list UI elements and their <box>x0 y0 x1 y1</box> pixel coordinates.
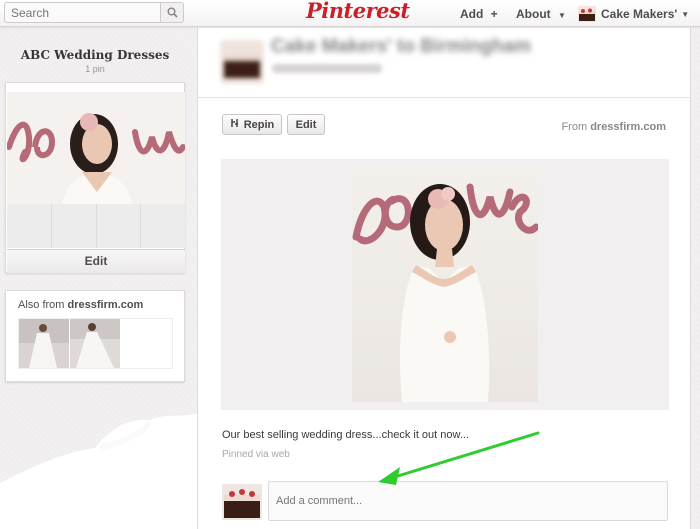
pin-header-blurred: Cake Makers' to Birmingham <box>198 28 692 98</box>
blurred-pin-title: Cake Makers' to Birmingham <box>271 36 532 57</box>
blurred-subtitle <box>272 64 382 73</box>
search-icon <box>167 7 178 18</box>
top-bar: Pinterest Add + About ▼ Cake Makers' ▼ <box>0 0 700 27</box>
board-pin-count: 1 pin <box>85 64 105 74</box>
commenter-avatar <box>222 484 262 520</box>
board-cover-image[interactable] <box>7 92 185 204</box>
empty-thumb <box>7 204 52 248</box>
nav-add[interactable]: Add + <box>460 7 498 21</box>
annotation-arrow <box>378 431 540 485</box>
search-input[interactable] <box>4 2 161 23</box>
repin-label: Repin <box>243 118 275 131</box>
plus-icon: + <box>490 7 498 21</box>
chevron-down-icon: ▼ <box>558 11 566 20</box>
nav-about[interactable]: About ▼ <box>516 7 566 21</box>
pin-image[interactable] <box>352 167 538 402</box>
user-avatar <box>578 6 596 22</box>
also-from-prefix: Also from <box>18 299 65 311</box>
nav-about-label: About <box>516 7 551 21</box>
nav-add-label: Add <box>460 7 484 21</box>
board-card[interactable]: Edit <box>5 82 185 273</box>
pinterest-logo[interactable]: Pinterest <box>306 0 410 23</box>
nav-user-menu[interactable]: Cake Makers' ▼ <box>578 4 689 24</box>
source-link[interactable]: From dressfirm.com <box>561 121 666 133</box>
also-from-thumbnails <box>18 318 173 369</box>
empty-thumb <box>141 204 185 248</box>
nav-user-label: Cake Makers' <box>601 7 678 21</box>
pin-image-frame <box>221 159 669 410</box>
board-thumbnails <box>7 204 185 248</box>
source-prefix: From <box>561 121 588 133</box>
repin-icon <box>230 118 240 131</box>
empty-thumb <box>96 204 142 248</box>
chevron-down-icon: ▼ <box>681 9 690 19</box>
also-from-site[interactable]: dressfirm.com <box>68 299 144 311</box>
white-overlay-shape <box>0 413 200 529</box>
source-site: dressfirm.com <box>590 121 666 133</box>
also-thumb[interactable] <box>70 319 120 368</box>
empty-thumb <box>51 204 97 248</box>
blurred-avatar <box>220 40 264 84</box>
board-title[interactable]: ABC Wedding Dresses <box>5 48 185 62</box>
edit-pin-button[interactable]: Edit <box>287 114 325 135</box>
pinned-via: Pinned via web <box>222 449 290 460</box>
also-thumb[interactable] <box>19 319 69 368</box>
board-edit-button[interactable]: Edit <box>7 249 185 273</box>
repin-button[interactable]: Repin <box>222 114 282 135</box>
search-button[interactable] <box>160 2 184 23</box>
also-from-label: Also from dressfirm.com <box>18 299 143 311</box>
also-from-card: Also from dressfirm.com <box>5 290 185 382</box>
